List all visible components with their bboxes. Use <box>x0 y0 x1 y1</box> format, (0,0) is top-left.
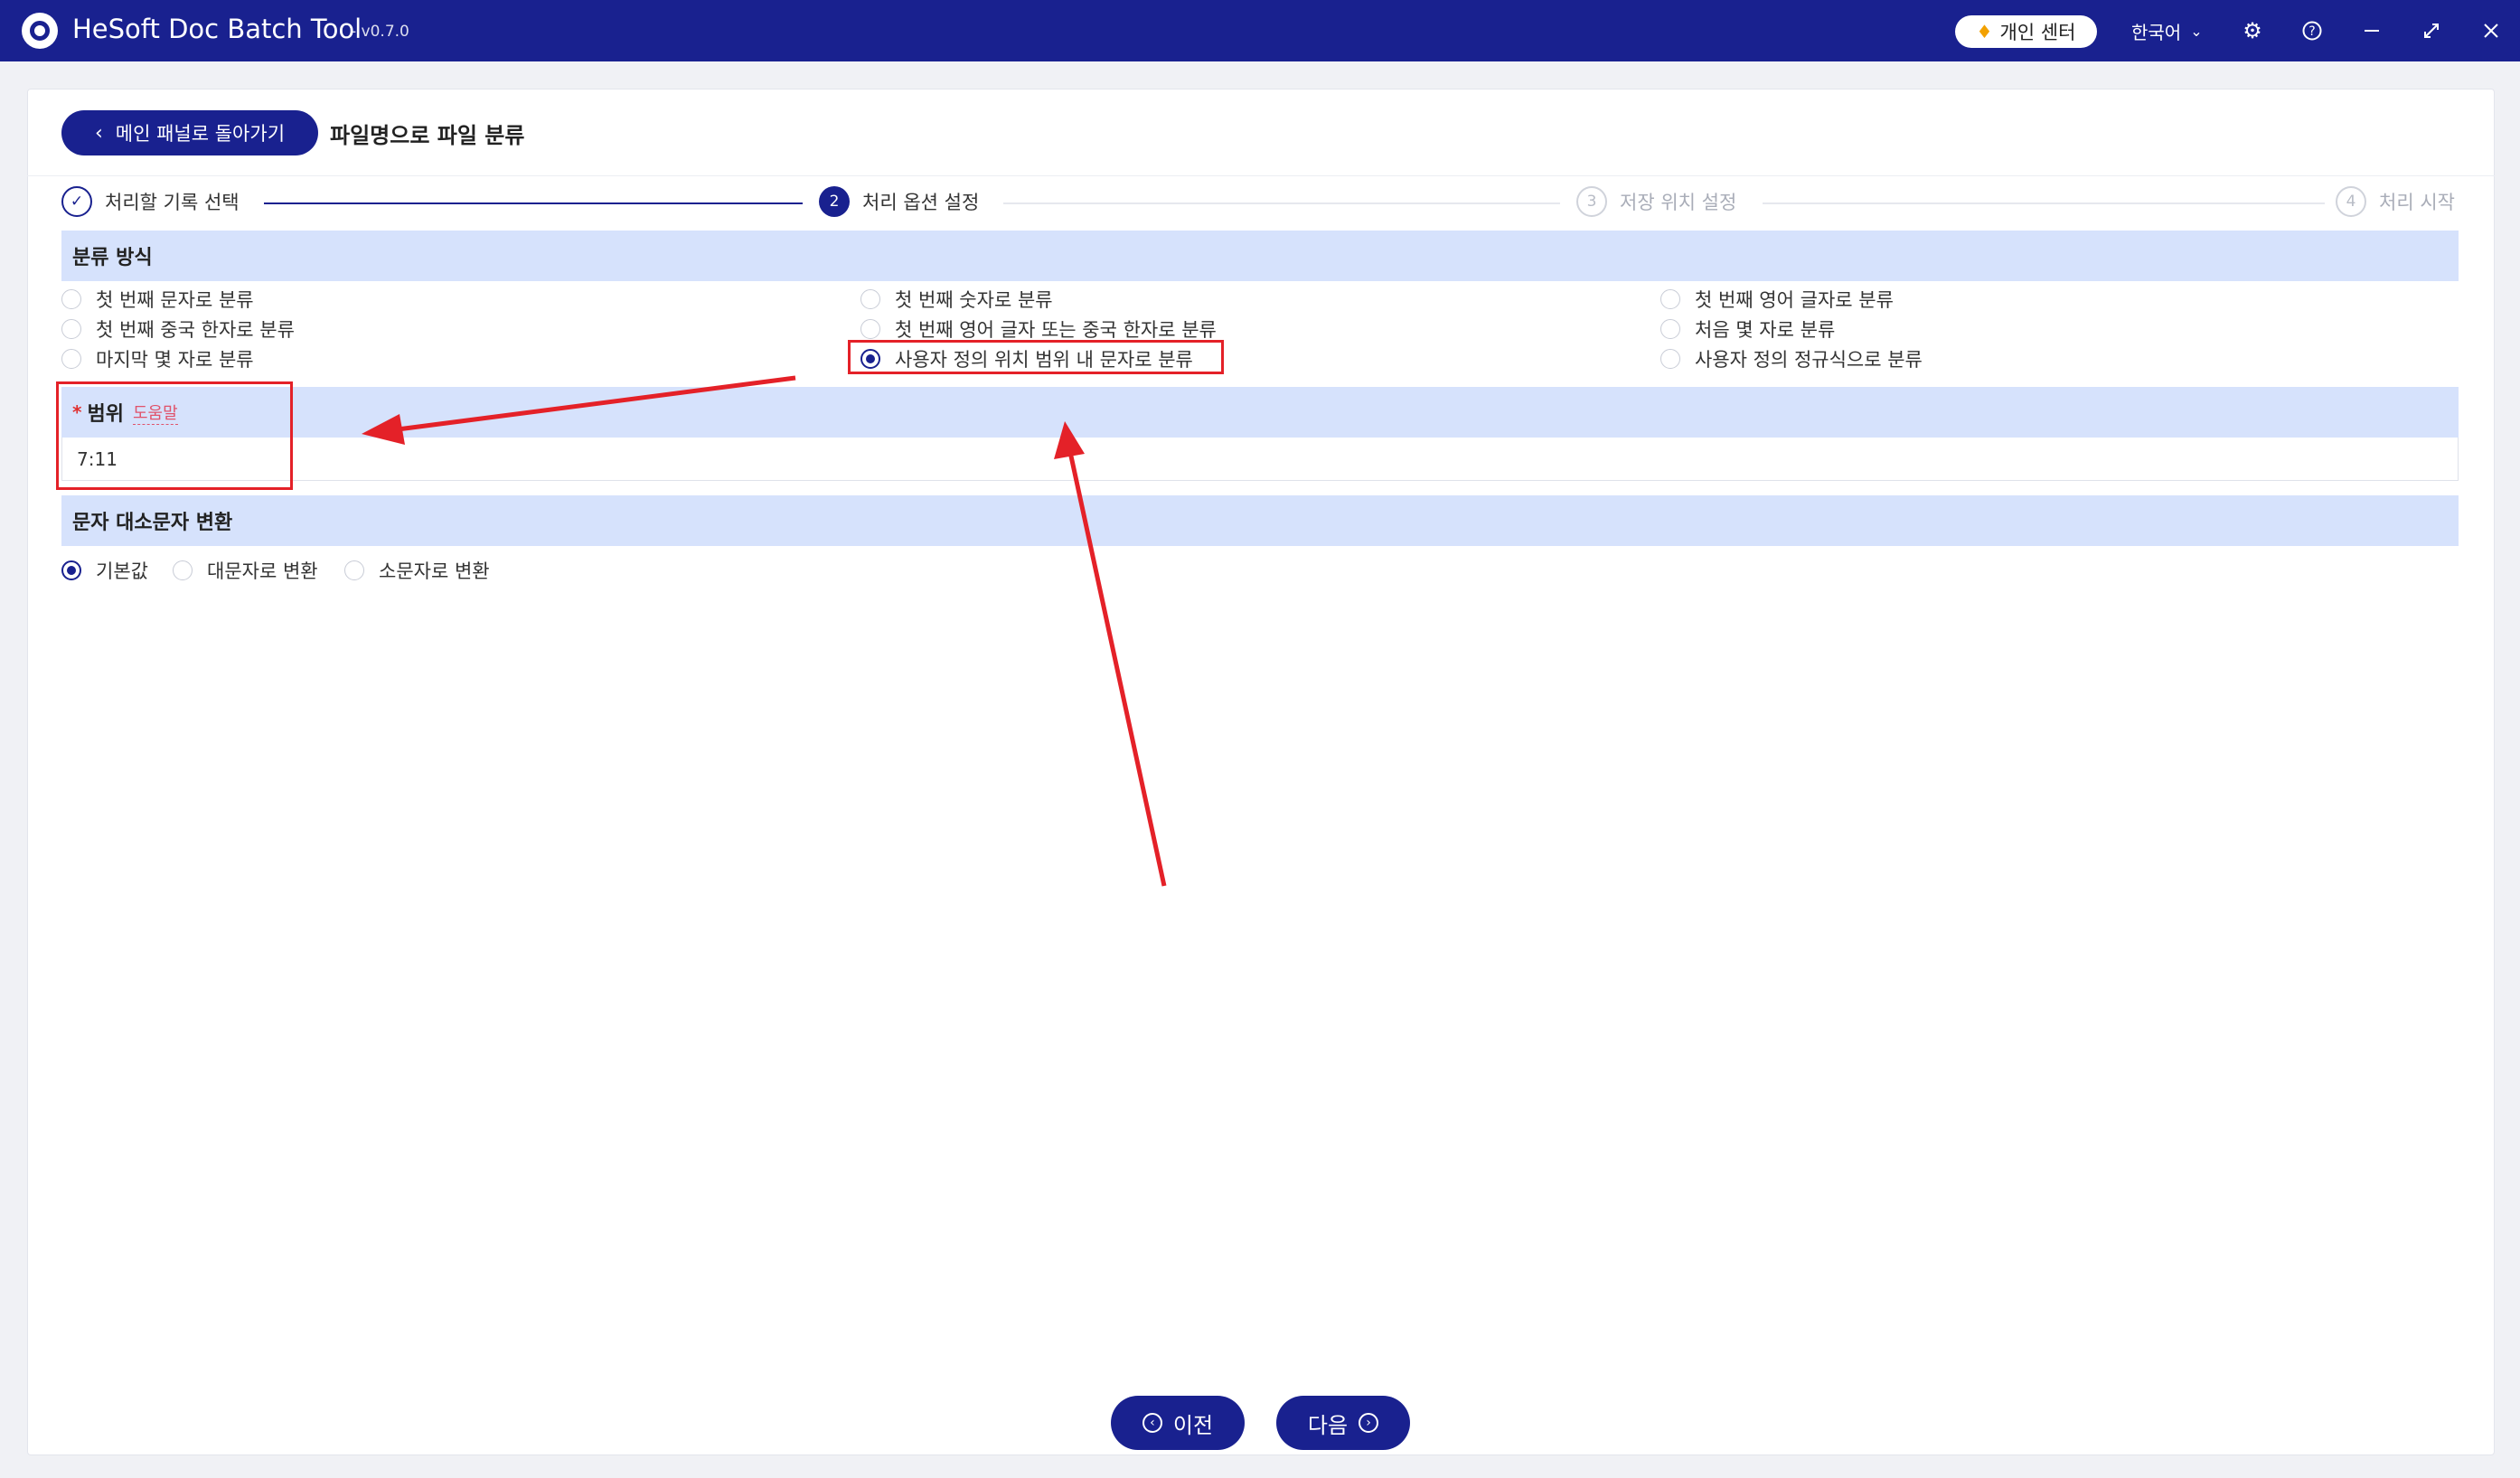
previous-button[interactable]: ‹ 이전 <box>1111 1396 1245 1450</box>
arrow-head <box>362 414 405 445</box>
chevron-right-circle-icon: › <box>1359 1413 1379 1433</box>
annotation-arrows <box>362 375 1167 887</box>
next-button[interactable]: 다음 › <box>1276 1396 1410 1450</box>
chevron-left-circle-icon: ‹ <box>1142 1413 1162 1433</box>
arrow-line <box>1067 451 1167 887</box>
arrow-head <box>1054 421 1085 459</box>
arrow-line <box>397 375 796 432</box>
next-label: 다음 <box>1307 1412 1349 1438</box>
previous-label: 이전 <box>1172 1412 1214 1438</box>
